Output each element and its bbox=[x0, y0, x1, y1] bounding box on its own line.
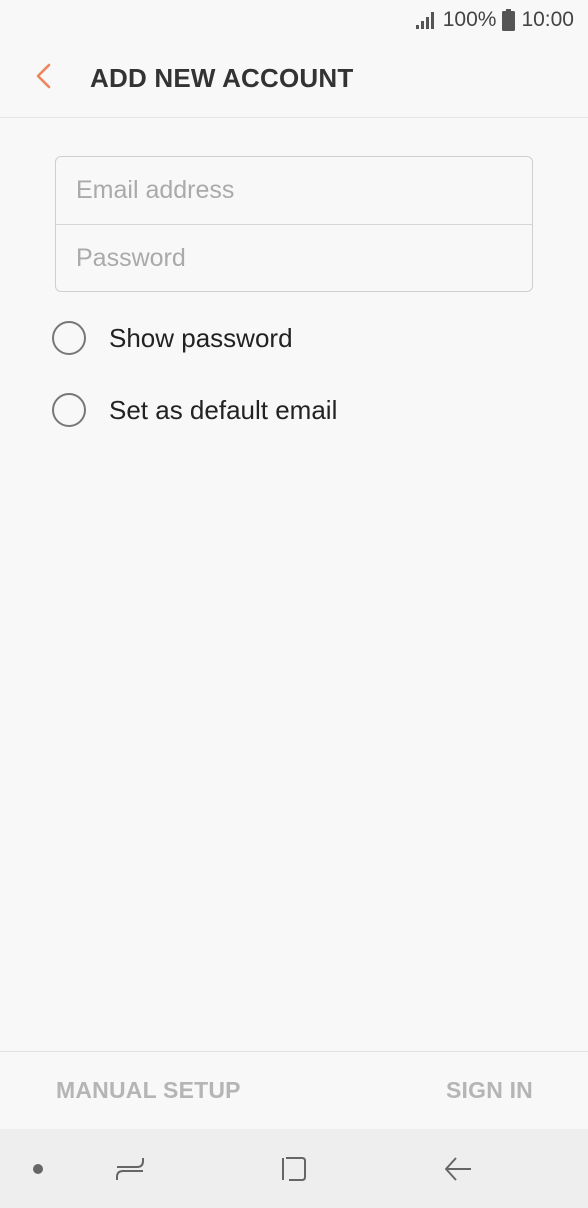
page-title: ADD NEW ACCOUNT bbox=[90, 63, 354, 93]
bottom-action-bar: MANUAL SETUP SIGN IN bbox=[0, 1051, 588, 1129]
default-email-label: Set as default email bbox=[109, 394, 338, 425]
sign-in-button[interactable]: SIGN IN bbox=[446, 1077, 533, 1104]
recent-apps-icon[interactable] bbox=[106, 1129, 154, 1208]
login-form bbox=[55, 156, 533, 292]
home-icon[interactable] bbox=[270, 1129, 318, 1208]
chevron-left-icon bbox=[34, 62, 54, 95]
back-arrow-icon[interactable] bbox=[432, 1129, 484, 1208]
show-password-label: Show password bbox=[109, 322, 293, 353]
email-field[interactable] bbox=[56, 157, 532, 224]
default-email-option[interactable]: Set as default email bbox=[52, 388, 337, 432]
navigation-bar bbox=[0, 1129, 588, 1208]
status-bar: 100% 10:00 bbox=[0, 0, 588, 40]
signal-icon bbox=[415, 11, 437, 29]
show-password-radio[interactable] bbox=[52, 321, 86, 355]
default-email-radio[interactable] bbox=[52, 393, 86, 427]
show-password-option[interactable]: Show password bbox=[52, 316, 293, 360]
battery-percent: 100% bbox=[442, 8, 497, 31]
clock: 10:00 bbox=[521, 8, 574, 31]
back-button[interactable] bbox=[0, 40, 90, 118]
app-bar: ADD NEW ACCOUNT bbox=[0, 40, 588, 118]
dot-icon[interactable] bbox=[22, 1129, 54, 1208]
password-field[interactable] bbox=[56, 225, 532, 291]
battery-icon bbox=[502, 9, 516, 31]
manual-setup-button[interactable]: MANUAL SETUP bbox=[56, 1077, 241, 1104]
